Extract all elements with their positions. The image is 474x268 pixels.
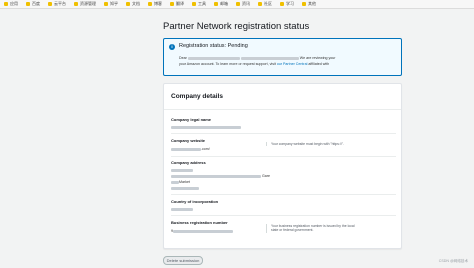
redacted-text: [171, 125, 241, 129]
field-divider: [171, 156, 396, 157]
folder-icon: [148, 2, 152, 6]
folder-icon: [236, 2, 240, 6]
folder-icon: [4, 2, 8, 6]
reg-number-hint: Your business registration number is iss…: [266, 224, 361, 233]
bookmark-item[interactable]: 其他: [302, 1, 316, 7]
status-alert: i Registration status: Pending Dear We a…: [163, 38, 402, 76]
alert-message-line-1: Dear We are reviewing your: [179, 56, 336, 60]
website-value: .com/: [171, 147, 210, 151]
address-label: Company address: [171, 160, 206, 165]
folder-icon: [258, 2, 262, 6]
website-hint: Your company website must begin with "ht…: [266, 142, 361, 147]
delete-submission-button[interactable]: Delete submission: [163, 256, 203, 265]
folder-icon: [280, 2, 284, 6]
country-value: [171, 207, 193, 211]
folder-icon: [192, 2, 196, 6]
partner-central-link[interactable]: our Partner Central: [277, 62, 308, 66]
folder-icon: [302, 2, 306, 6]
redacted-text: [171, 207, 193, 211]
address-line-3: Market: [171, 180, 190, 184]
bookmark-item[interactable]: 工具: [192, 1, 206, 7]
legal-name-value: [171, 125, 241, 129]
folder-icon: [104, 2, 108, 6]
folder-icon: [26, 2, 30, 6]
reg-number-value: 9: [171, 229, 233, 233]
page-title: Partner Network registration status: [163, 21, 310, 32]
folder-icon: [126, 2, 130, 6]
field-divider: [171, 194, 396, 195]
folder-icon: [170, 2, 174, 6]
field-divider: [171, 215, 396, 216]
bookmark-item[interactable]: 应用: [4, 1, 18, 7]
redacted-text: [171, 147, 201, 151]
redacted-text: [173, 229, 233, 233]
alert-message-line-2: your Amazon account. To learn more or re…: [179, 62, 330, 66]
bookmark-item[interactable]: 资源管理: [74, 1, 96, 7]
redacted-text: [187, 56, 240, 60]
alert-title: Registration status: Pending: [179, 43, 248, 49]
company-details-panel: Company details Company legal name Compa…: [163, 83, 402, 249]
bookmark-item[interactable]: 资讯: [236, 1, 250, 7]
country-label: Country of incorporation: [171, 199, 219, 204]
bookmark-item[interactable]: 博客: [148, 1, 162, 7]
legal-name-label: Company legal name: [171, 117, 212, 122]
bookmark-item[interactable]: 翻译: [170, 1, 184, 7]
bookmark-item[interactable]: 学习: [280, 1, 294, 7]
field-divider: [171, 133, 396, 134]
folder-icon: [74, 2, 78, 6]
address-line-4: [171, 186, 199, 190]
bookmark-item[interactable]: 文档: [126, 1, 140, 7]
watermark: CSDN @网络技术: [438, 259, 468, 263]
bookmarks-bar: 应用 百度 云平台 资源管理 知乎 文档 博客 翻译 工具 邮箱 资讯 社区 学习 其他: [0, 0, 474, 9]
redacted-text: [240, 56, 299, 60]
reg-number-label: Business registration number: [171, 220, 228, 225]
website-label: Company website: [171, 138, 206, 143]
panel-title: Company details: [171, 93, 224, 100]
panel-header: Company details: [164, 84, 401, 110]
bookmark-item[interactable]: 知乎: [104, 1, 118, 7]
page-root: 应用 百度 云平台 资源管理 知乎 文档 博客 翻译 工具 邮箱 资讯 社区 学习 其他 Partner …: [0, 0, 474, 268]
redacted-text: [171, 174, 261, 178]
folder-icon: [214, 2, 218, 6]
address-line-1: [171, 168, 193, 172]
address-line-2: Gare: [171, 174, 270, 178]
info-icon: i: [169, 44, 175, 50]
bookmark-item[interactable]: 邮箱: [214, 1, 228, 7]
folder-icon: [48, 2, 52, 6]
bookmark-item[interactable]: 百度: [26, 1, 40, 7]
redacted-text: [171, 186, 199, 190]
bookmark-item[interactable]: 云平台: [48, 1, 66, 7]
redacted-text: [171, 168, 193, 172]
bookmark-item[interactable]: 社区: [258, 1, 272, 7]
redacted-text: [171, 180, 179, 184]
